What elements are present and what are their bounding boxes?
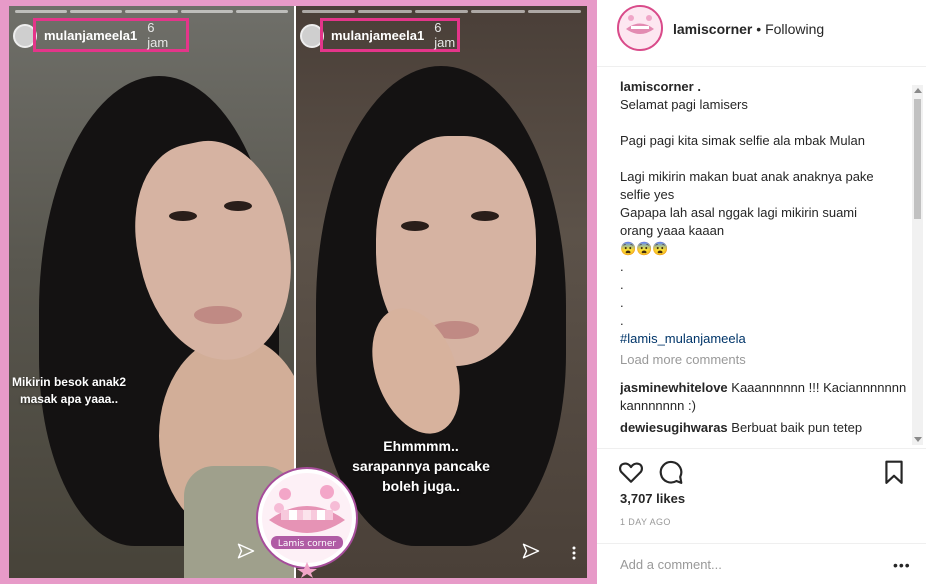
comment-username[interactable]: dewiesugihwaras — [620, 420, 728, 435]
comment-text: Berbuat baik pun tetep — [731, 420, 863, 435]
caption-line: Gapapa lah asal nggak lagi mikirin suami — [620, 205, 858, 220]
username-highlight-box: mulanjameela1 6 jam — [320, 18, 460, 52]
comment-item: dewiesugihwaras Berbuat baik pun tetep — [620, 419, 910, 437]
caption-author[interactable]: lamiscorner . — [620, 78, 910, 96]
comment-username[interactable]: jasminewhitelove — [620, 380, 728, 395]
eye-shape — [401, 221, 429, 231]
bookmark-icon[interactable] — [881, 459, 907, 485]
caption-line: . — [620, 313, 624, 328]
add-comment-bar: Add a comment... ••• — [597, 543, 926, 584]
load-more-comments[interactable]: Load more comments — [620, 351, 910, 369]
caption-line — [620, 114, 910, 132]
story-caption: Mikirin besok anak2 masak apa yaaa.. — [11, 375, 127, 406]
eye-shape — [471, 211, 499, 221]
send-icon[interactable] — [237, 542, 255, 560]
more-vertical-icon[interactable] — [572, 546, 576, 560]
post-actions: 3,707 likes 1 DAY AGO — [597, 448, 926, 543]
author-line: lamiscorner • Following — [673, 21, 824, 37]
scroll-up-arrow[interactable] — [914, 88, 922, 93]
caption-line: . — [620, 295, 624, 310]
comments-scrollbar[interactable] — [912, 85, 923, 445]
caption-line: . — [620, 259, 624, 274]
hashtag-link[interactable]: #lamis_mulanjameela — [620, 330, 910, 348]
caption-line: 😨😨😨 — [620, 241, 669, 256]
caption-line: selfie yes — [620, 187, 675, 202]
comments-section: lamiscorner . Selamat pagi lamisers Pagi… — [620, 78, 910, 448]
author-avatar[interactable] — [617, 5, 663, 51]
post-media[interactable]: mulanjameela1 6 jam Mikirin besok anak2 … — [0, 0, 597, 584]
instagram-post-view: mulanjameela1 6 jam Mikirin besok anak2 … — [0, 0, 926, 584]
caption-line: Lagi mikirin makan buat anak anaknya pak… — [620, 169, 874, 184]
heart-icon[interactable] — [618, 459, 644, 485]
story-username: mulanjameela1 — [331, 27, 425, 43]
story-screenshot-left: mulanjameela1 6 jam Mikirin besok anak2 … — [9, 6, 294, 578]
story-progress-bars — [15, 10, 289, 13]
lips-logo-icon — [619, 7, 661, 49]
comment-icon[interactable] — [658, 459, 684, 485]
separator-dot: • — [756, 21, 762, 37]
username-highlight-box: mulanjameela1 6 jam — [33, 18, 189, 52]
author-username[interactable]: lamiscorner — [673, 21, 752, 37]
more-icon[interactable]: ••• — [893, 557, 911, 573]
story-username: mulanjameela1 — [44, 27, 138, 43]
caption-line: . — [620, 277, 624, 292]
caption-line: Selamat pagi lamisers — [620, 97, 748, 112]
caption-line — [620, 150, 910, 168]
lips-shape — [194, 306, 242, 324]
scroll-down-arrow[interactable] — [914, 437, 922, 442]
send-icon[interactable] — [522, 542, 540, 560]
eye-shape — [224, 201, 252, 211]
story-time: 6 jam — [147, 20, 169, 50]
scroll-thumb[interactable] — [914, 99, 921, 219]
eye-shape — [169, 211, 197, 221]
post-timestamp: 1 DAY AGO — [620, 517, 671, 527]
like-count[interactable]: 3,707 likes — [620, 491, 685, 506]
caption-line: Pagi pagi kita simak selfie ala mbak Mul… — [620, 133, 865, 148]
comment-item: jasminewhitelove Kaaannnnnn !!! Kaciannn… — [620, 379, 910, 415]
logo-text: Lamis corner — [278, 539, 337, 549]
post-side-panel: lamiscorner • Following lamiscorner . Se… — [597, 0, 926, 584]
story-time: 6 jam — [434, 20, 456, 50]
lamis-corner-logo: Lamis corner — [256, 467, 358, 578]
comment-input[interactable]: Add a comment... — [620, 557, 722, 572]
story-collage: mulanjameela1 6 jam Mikirin besok anak2 … — [9, 6, 587, 578]
following-button[interactable]: Following — [765, 21, 824, 37]
caption-line: orang yaaa kaaan — [620, 223, 725, 238]
story-progress-bars — [302, 10, 582, 13]
post-header: lamiscorner • Following — [597, 0, 926, 67]
